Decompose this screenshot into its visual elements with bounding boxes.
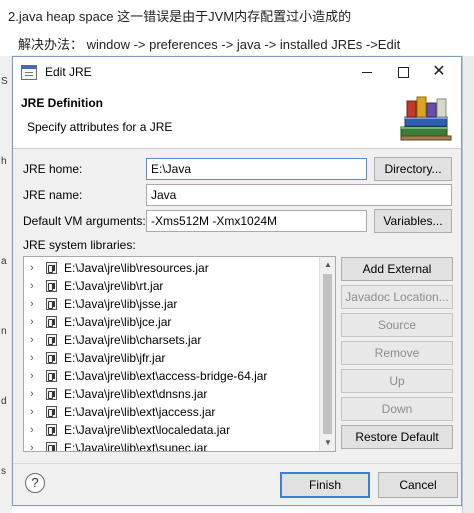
library-path: E:\Java\jre\lib\resources.jar <box>64 261 209 275</box>
scroll-up-arrow-icon[interactable]: ▲ <box>320 257 335 273</box>
jar-file-icon <box>46 334 57 346</box>
bg-edge-label: s <box>1 466 6 477</box>
scroll-down-arrow-icon[interactable]: ▼ <box>320 435 335 451</box>
library-path: E:\Java\jre\lib\ext\jaccess.jar <box>64 405 216 419</box>
jre-home-label: JRE home: <box>23 162 83 176</box>
directory-button[interactable]: Directory... <box>374 157 452 181</box>
chevron-right-icon[interactable]: › <box>30 295 34 313</box>
library-tree-item[interactable]: › E:\Java\jre\lib\jsse.jar <box>24 295 319 313</box>
jar-file-icon <box>46 298 57 310</box>
window-app-icon <box>21 65 37 80</box>
finish-button[interactable]: Finish <box>280 472 370 498</box>
library-path: E:\Java\jre\lib\charsets.jar <box>64 333 202 347</box>
javadoc-location-button[interactable]: Javadoc Location... <box>341 285 453 309</box>
jar-file-icon <box>46 424 57 436</box>
dialog-header: JRE Definition Specify attributes for a … <box>13 87 461 149</box>
chevron-right-icon[interactable]: › <box>30 313 34 331</box>
system-libraries-label: JRE system libraries: <box>23 238 136 252</box>
bg-edge-label: d <box>1 396 7 407</box>
help-icon[interactable]: ? <box>25 473 45 493</box>
background-window-right-edge <box>462 56 474 513</box>
library-path: E:\Java\jre\lib\ext\access-bridge-64.jar <box>64 369 268 383</box>
library-tree-item[interactable]: › E:\Java\jre\lib\ext\jaccess.jar <box>24 403 319 421</box>
library-tree-item[interactable]: › E:\Java\jre\lib\ext\localedata.jar <box>24 421 319 439</box>
remove-button[interactable]: Remove <box>341 341 453 365</box>
header-subtitle: Specify attributes for a JRE <box>27 120 173 134</box>
jar-file-icon <box>46 316 57 328</box>
library-tree-item[interactable]: › E:\Java\jre\lib\ext\sunec.jar <box>24 439 319 452</box>
chevron-right-icon[interactable]: › <box>30 403 34 421</box>
chevron-right-icon[interactable]: › <box>30 331 34 349</box>
article-text-line1: 2.java heap space 这一错误是由于JVM内存配置过小造成的 <box>8 9 352 24</box>
bg-edge-label: n <box>1 326 7 337</box>
maximize-button[interactable] <box>385 57 421 87</box>
library-path: E:\Java\jre\lib\ext\dnsns.jar <box>64 387 208 401</box>
chevron-right-icon[interactable]: › <box>30 367 34 385</box>
chevron-right-icon[interactable]: › <box>30 421 34 439</box>
close-button[interactable]: ✕ <box>421 57 457 87</box>
jar-file-icon <box>46 406 57 418</box>
chevron-right-icon[interactable]: › <box>30 439 34 451</box>
jar-file-icon <box>46 280 57 292</box>
title-bar[interactable]: Edit JRE ✕ <box>13 57 461 87</box>
library-tree-item[interactable]: › E:\Java\jre\lib\rt.jar <box>24 277 319 295</box>
library-tree-item[interactable]: › E:\Java\jre\lib\resources.jar <box>24 259 319 277</box>
up-button[interactable]: Up <box>341 369 453 393</box>
header-title: JRE Definition <box>21 96 104 110</box>
jar-file-icon <box>46 262 57 274</box>
bg-edge-label: a <box>1 256 7 267</box>
bg-edge-label: S <box>1 76 8 87</box>
cancel-button[interactable]: Cancel <box>378 472 458 498</box>
scrollbar-thumb[interactable] <box>323 274 332 434</box>
variables-button[interactable]: Variables... <box>374 209 452 233</box>
library-tree-item[interactable]: › E:\Java\jre\lib\ext\access-bridge-64.ja… <box>24 367 319 385</box>
library-tree-item[interactable]: › E:\Java\jre\lib\jfr.jar <box>24 349 319 367</box>
restore-default-button[interactable]: Restore Default <box>341 425 453 449</box>
library-tree-item[interactable]: › E:\Java\jre\lib\charsets.jar <box>24 331 319 349</box>
library-path: E:\Java\jre\lib\rt.jar <box>64 279 164 293</box>
background-window-left-edge: S h a n d s <box>0 56 12 513</box>
article-text-line2: 解决办法： window -> preferences -> java -> i… <box>18 37 401 52</box>
jar-file-icon <box>46 442 57 451</box>
edit-jre-dialog: Edit JRE ✕ JRE Definition Specify attrib… <box>12 56 462 506</box>
jre-name-input[interactable]: Java <box>146 184 452 206</box>
down-button[interactable]: Down <box>341 397 453 421</box>
jre-name-label: JRE name: <box>23 188 83 202</box>
bg-edge-label: h <box>1 156 7 167</box>
library-path: E:\Java\jre\lib\jce.jar <box>64 315 172 329</box>
libraries-scrollbar[interactable]: ▲ ▼ <box>319 257 335 451</box>
chevron-right-icon[interactable]: › <box>30 349 34 367</box>
library-tree-item[interactable]: › E:\Java\jre\lib\ext\dnsns.jar <box>24 385 319 403</box>
vm-arguments-input[interactable]: -Xms512M -Xmx1024M <box>146 210 367 232</box>
chevron-right-icon[interactable]: › <box>30 385 34 403</box>
jar-file-icon <box>46 370 57 382</box>
library-path: E:\Java\jre\lib\jfr.jar <box>64 351 166 365</box>
system-libraries-tree[interactable]: › E:\Java\jre\lib\resources.jar › E:\Java\… <box>23 256 336 452</box>
library-path: E:\Java\jre\lib\ext\sunec.jar <box>64 441 208 452</box>
jre-home-input[interactable]: E:\Java <box>146 158 367 180</box>
chevron-right-icon[interactable]: › <box>30 259 34 277</box>
window-title: Edit JRE <box>45 65 92 79</box>
library-books-icon <box>400 96 452 141</box>
library-tree-item[interactable]: › E:\Java\jre\lib\jce.jar <box>24 313 319 331</box>
jar-file-icon <box>46 352 57 364</box>
library-path: E:\Java\jre\lib\ext\localedata.jar <box>64 423 231 437</box>
library-path: E:\Java\jre\lib\jsse.jar <box>64 297 178 311</box>
source-attachment-button[interactable]: Source Attachment... <box>341 313 453 354</box>
chevron-right-icon[interactable]: › <box>30 277 34 295</box>
vm-arguments-label: Default VM arguments: <box>23 214 146 228</box>
add-external-jars-button[interactable]: Add External JARs... <box>341 257 453 298</box>
jar-file-icon <box>46 388 57 400</box>
footer-separator <box>13 463 461 464</box>
minimize-button[interactable] <box>349 57 385 87</box>
